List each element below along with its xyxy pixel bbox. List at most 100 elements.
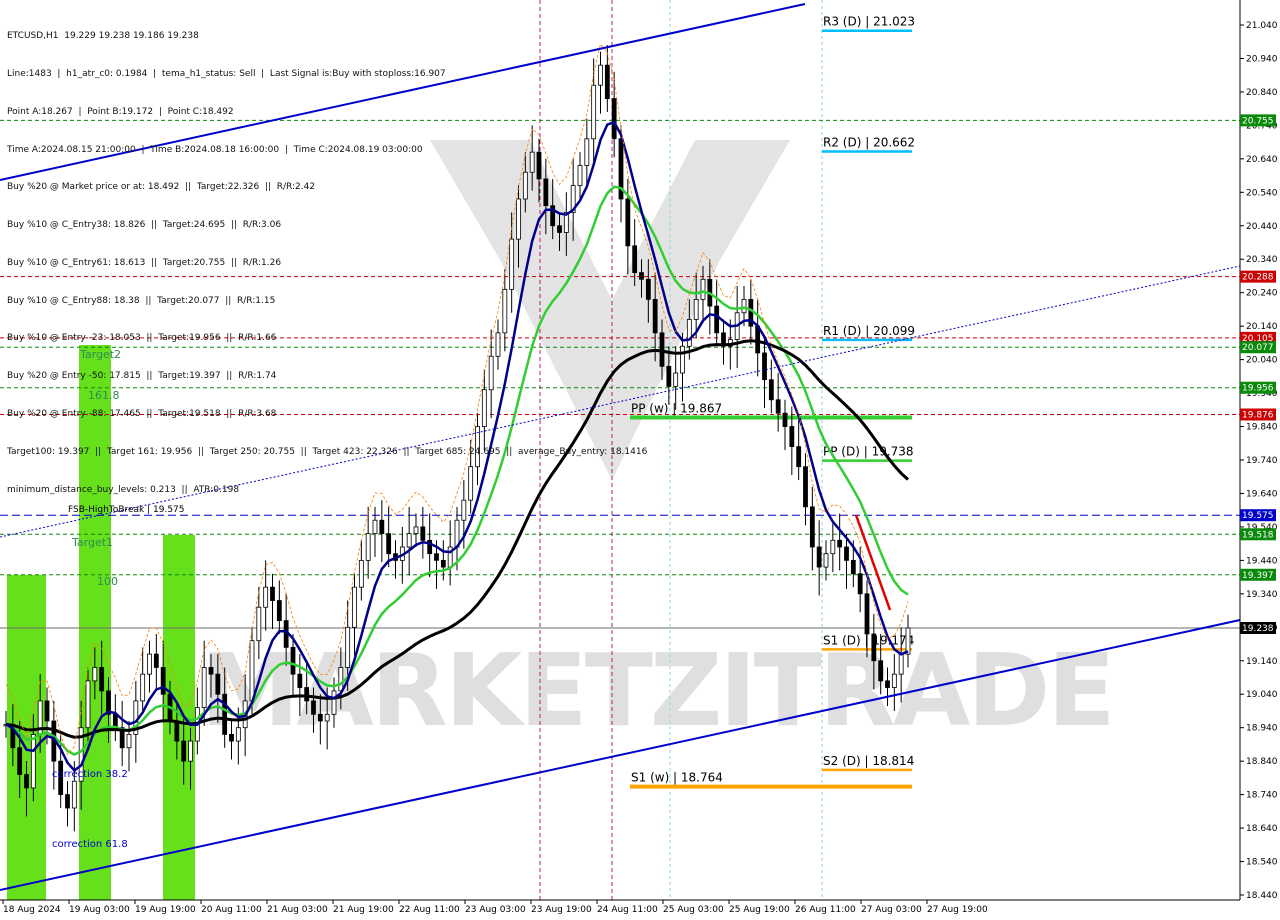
price-tick-label: 18.940 [1246,724,1278,734]
candle-body [71,780,77,809]
candle-body [263,586,269,608]
candle-body [174,720,180,742]
price-tick-label: 20.540 [1246,188,1278,198]
info-line: Buy %10 @ C_Entry61: 18.613 || Target:20… [7,257,282,268]
info-line: Buy %10 @ C_Entry88: 18.38 || Target:20.… [7,295,276,306]
candle-body [208,667,214,675]
candle-body [99,667,105,692]
price-tick-label: 18.840 [1246,757,1278,767]
candle-body [898,653,904,675]
candle-body [823,553,829,568]
price-tag-label: 19.238 [1242,624,1274,634]
candle-body [153,653,159,668]
pivot-label: S1 (w) | 18.764 [631,771,723,785]
info-line: Line:1483 | h1_atr_c0: 0.1984 | tema_h1_… [7,68,446,79]
candle-body [249,640,255,702]
info-line: minimum_distance_buy_levels: 0.213 || AT… [7,484,240,495]
price-tick-label: 19.640 [1246,489,1278,499]
price-tick-label: 18.440 [1246,891,1278,901]
candle-body [741,298,747,314]
price-tag-label: 19.956 [1242,384,1274,394]
price-tick-label: 19.440 [1246,556,1278,566]
annotation-100: 100 [97,575,118,588]
time-tick-label: 21 Aug 03:00 [267,905,328,915]
candle-body [844,546,849,561]
candle-body [317,713,323,722]
price-tick-label: 20.640 [1246,155,1278,165]
candle-body [837,539,843,548]
candle-body [126,733,132,749]
price-tick-label: 20.040 [1246,356,1278,366]
candle-body [386,533,392,555]
candle-body [44,700,50,722]
candle-body [803,466,808,508]
price-tick-label: 19.040 [1246,690,1278,700]
annotation-correction-38: correction 38.2 [52,769,128,780]
time-tick-label: 26 Aug 11:00 [795,905,856,915]
symbol-header: ETCUSD,H1 19.229 19.238 19.186 19.238 [7,31,199,42]
time-tick-label: 25 Aug 19:00 [729,905,790,915]
price-tick-label: 20.840 [1246,88,1278,98]
info-line: Time A:2024.08.15 21:00:00 | Time B:2024… [7,144,423,155]
candle-body [871,633,877,662]
price-tick-label: 20.340 [1246,255,1278,265]
candle-body [290,646,296,675]
candle-body [700,278,706,300]
candle-body [857,573,863,595]
price-tag-label: 19.518 [1242,530,1274,540]
candle-body [345,626,351,668]
candle-body [222,693,228,735]
candle-body [365,533,371,561]
time-tick-label: 19 Aug 19:00 [135,905,196,915]
candle-body [215,673,221,695]
pivot-label: S1 (D) | 19.174 [823,633,914,647]
info-line: Buy %20 @ Entry -50: 17.815 || Target:19… [7,371,277,382]
candle-body [816,546,822,568]
price-tick-label: 18.640 [1246,824,1278,834]
candle-body [673,372,679,387]
time-tick-label: 23 Aug 19:00 [531,905,592,915]
candle-body [181,740,187,762]
time-tick-label: 19 Aug 03:00 [69,905,130,915]
candle-body [229,733,234,742]
pivot-label: PP (D) | 19.738 [823,445,914,459]
candle-body [352,586,357,628]
price-tick-label: 20.140 [1246,322,1278,332]
price-tag-label: 19.397 [1242,571,1274,581]
annotation-target1: Target1 [71,536,113,549]
info-line: Buy %20 @ Market price or at: 18.492 || … [7,182,316,193]
price-tag-label: 20.288 [1242,273,1274,283]
candle-body [235,727,241,742]
candle-body [358,559,364,588]
price-tick-label: 21.040 [1246,21,1278,31]
candle-body [30,733,36,789]
pivot-label: R2 (D) | 20.662 [823,135,915,149]
candle-body [413,526,419,535]
pivot-label: R3 (D) | 21.023 [823,15,915,29]
candle-body [652,298,658,334]
time-tick-label: 18 Aug 2024 [3,905,61,915]
candle-body [878,660,884,682]
price-tick-label: 19.140 [1246,657,1278,667]
pivot-label: S2 (D) | 18.814 [823,754,914,768]
candle-body [796,446,802,468]
candle-body [420,526,426,541]
candle-body [440,559,446,568]
price-tick-label: 18.540 [1246,858,1278,868]
time-tick-label: 25 Aug 03:00 [663,905,724,915]
candle-body [782,412,788,427]
candle-body [276,600,282,622]
info-line: Buy %10 @ Entry -23: 18.053 || Target:19… [7,333,277,344]
candle-body [270,586,275,601]
candle-body [372,519,378,535]
candle-body [434,553,439,561]
time-tick-label: 27 Aug 19:00 [927,905,988,915]
candle-body [809,506,815,548]
price-tick-label: 19.840 [1246,423,1278,433]
candle-body [331,690,337,715]
price-tick-label: 18.740 [1246,791,1278,801]
candle-body [666,365,672,387]
price-tag-label: 19.876 [1242,410,1274,420]
candle-body [885,680,890,688]
candle-body [905,627,911,655]
